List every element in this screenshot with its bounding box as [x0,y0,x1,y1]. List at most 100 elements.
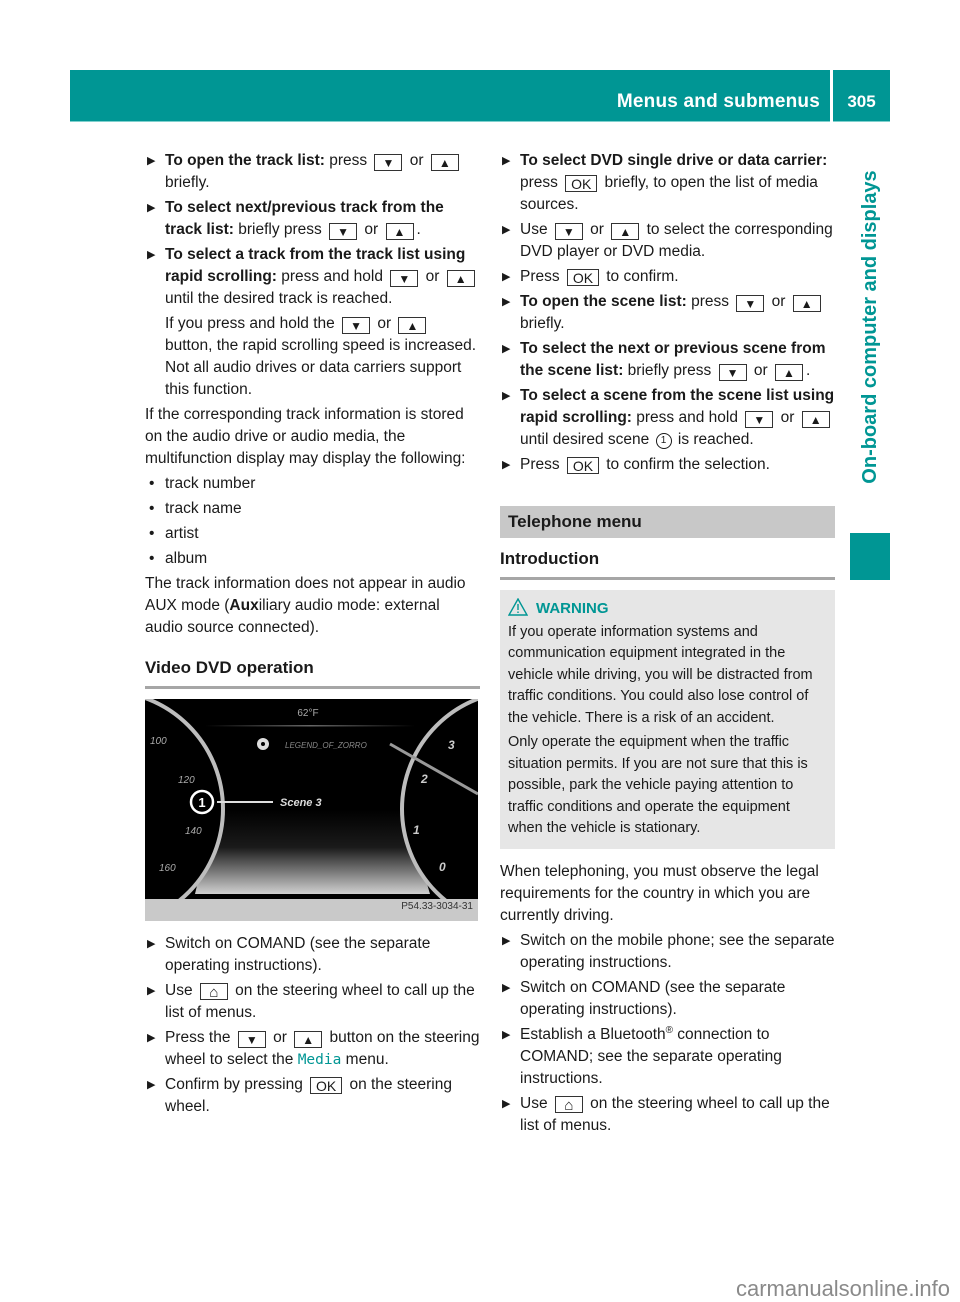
down-key-icon: ▼ [736,295,765,312]
step-text: press [520,174,563,191]
instrument-cluster-figure: 1 62°F LEGEND_OF_ZORRO Scene 3 100 120 1… [145,699,478,921]
scene-label: Scene 3 [280,797,322,809]
step-text: to confirm the selection. [601,456,770,473]
rpm-tick-label: 1 [413,823,420,837]
up-key-icon: ▲ [801,411,830,428]
step-text: menu. [341,1051,389,1068]
step-text: Switch on COMAND (see the separate opera… [165,935,431,974]
step-arrow-icon: ▶ [147,155,156,167]
step-text: until the desired track is reached. [165,290,393,307]
speed-tick-label: 160 [159,863,176,874]
speed-tick-label: 140 [185,826,202,837]
list-item: • album [145,548,480,570]
step-use-home: ▶ Use ⌂ on the steering wheel to call up… [500,1093,835,1137]
step-text: Switch on COMAND (see the separate opera… [520,978,786,1018]
step-rapid-scroll-scene: ▶ To select a scene from the scene list … [500,385,835,451]
step-text: Use [520,221,552,238]
list-item: • artist [145,523,480,545]
note-text: or [373,315,396,332]
step-select-dvd-drive: ▶ To select DVD single drive or data car… [500,150,835,216]
step-text: Confirm by pressing [165,1076,308,1093]
side-tab-marker [850,533,890,580]
step-text: press [686,293,734,310]
step-arrow-icon: ▶ [502,1028,511,1041]
temperature-readout: 62°F [297,708,318,719]
step-text: or [405,152,428,169]
step-text: press [324,152,372,169]
legal-note: When telephoning, you must observe the l… [500,862,819,924]
step-arrow-icon: ▶ [147,985,156,997]
step-text: briefly press [233,221,327,238]
step-arrow-icon: ▶ [147,202,156,214]
step-arrow-icon: ▶ [147,1079,156,1091]
step-confirm-selection: ▶ Press OK to confirm the selection. [500,454,835,476]
ok-key-icon: OK [566,457,599,474]
step-text: briefly press [623,362,716,379]
bullet-icon: • [149,500,155,517]
ok-key-icon: OK [566,269,599,286]
step-open-track-list: ▶ To open the track list: press ▼ or ▲ b… [145,150,480,194]
track-info-intro: If the corresponding track information i… [145,406,466,467]
up-key-icon: ▲ [446,270,475,287]
step-arrow-icon: ▶ [502,155,511,167]
registered-mark: ® [665,1024,673,1036]
note-text: If you press and hold the [165,315,340,332]
warning-text: Only operate the equipment when the traf… [508,734,808,836]
step-arrow-icon: ▶ [502,459,511,471]
section-side-tab: On-board computer and displays [850,122,890,532]
track-title-readout: LEGEND_OF_ZORRO [285,741,367,750]
bullet-icon: • [149,525,155,542]
up-key-icon: ▲ [774,364,803,381]
step-select-next-previous-track: ▶ To select next/previous track from the… [145,197,480,241]
step-text: Use [520,1094,552,1112]
section-title-telephone-menu: Telephone menu [500,506,835,538]
step-arrow-icon: ▶ [147,938,156,950]
step-arrow-icon: ▶ [502,934,511,947]
step-text: press and hold [631,409,743,426]
step-label: To open the scene list: [520,293,687,310]
step-arrow-icon: ▶ [502,981,511,994]
step-text: briefly. [520,315,565,332]
step-switch-on-comand: ▶ Switch on COMAND (see the separate ope… [500,977,835,1021]
list-item: • track number [145,473,480,495]
list-item-text: album [165,550,208,567]
warning-triangle-icon [507,597,529,616]
step-text: or [421,268,444,285]
step-confirm-ok: ▶ Confirm by pressing OK on the steering… [145,1074,480,1118]
step-press-ok-confirm: ▶ Press OK to confirm. [500,266,835,288]
bullet-icon: • [149,475,155,492]
step-open-scene-list: ▶ To open the scene list: press ▼ or ▲ b… [500,291,835,335]
up-key-icon: ▲ [611,223,640,240]
step-text: briefly. [165,174,210,191]
step-text: or [268,1029,292,1046]
chapter-header-bar: Menus and submenus [70,70,830,122]
home-key-icon: ⌂ [199,983,228,1001]
cluster-illustration: 1 62°F LEGEND_OF_ZORRO Scene 3 100 120 1… [145,699,478,921]
step-text: to confirm. [601,268,679,285]
up-key-icon: ▲ [294,1031,323,1048]
down-key-icon: ▼ [237,1031,266,1048]
step-arrow-icon: ▶ [502,1097,511,1110]
down-key-icon: ▼ [718,364,747,381]
rpm-tick-label: 0 [439,860,446,874]
step-text: or [767,293,790,310]
step-select-media-menu: ▶ Press the ▼ or ▲ button on the steerin… [145,1027,480,1071]
step-label: To open the track list: [165,152,325,169]
warning-label: WARNING [536,600,609,617]
figure-caption-bar: P54.33-3034-31 [145,899,478,921]
step-bluetooth-connection: ▶ Establish a Bluetooth® connection to C… [500,1024,835,1090]
step-text: . [416,221,421,238]
step-arrow-icon: ▶ [502,390,511,402]
step-text: or [749,362,772,379]
rapid-scroll-note: If you press and hold the ▼ or ▲ button,… [145,313,480,401]
step-next-previous-scene: ▶ To select the next or previous scene f… [500,338,835,382]
step-use-home: ▶ Use ⌂ on the steering wheel to call up… [145,980,480,1024]
rpm-tick-label: 3 [448,738,455,752]
list-item-text: track name [165,500,242,517]
figure-code: P54.33-3034-31 [401,901,473,912]
footer-watermark: carmanualsonline.info [735,1276,950,1301]
step-arrow-icon: ▶ [502,343,511,355]
up-key-icon: ▲ [398,317,427,334]
step-arrow-icon: ▶ [502,296,511,308]
aux-note: The track information does not appear in… [145,573,480,639]
